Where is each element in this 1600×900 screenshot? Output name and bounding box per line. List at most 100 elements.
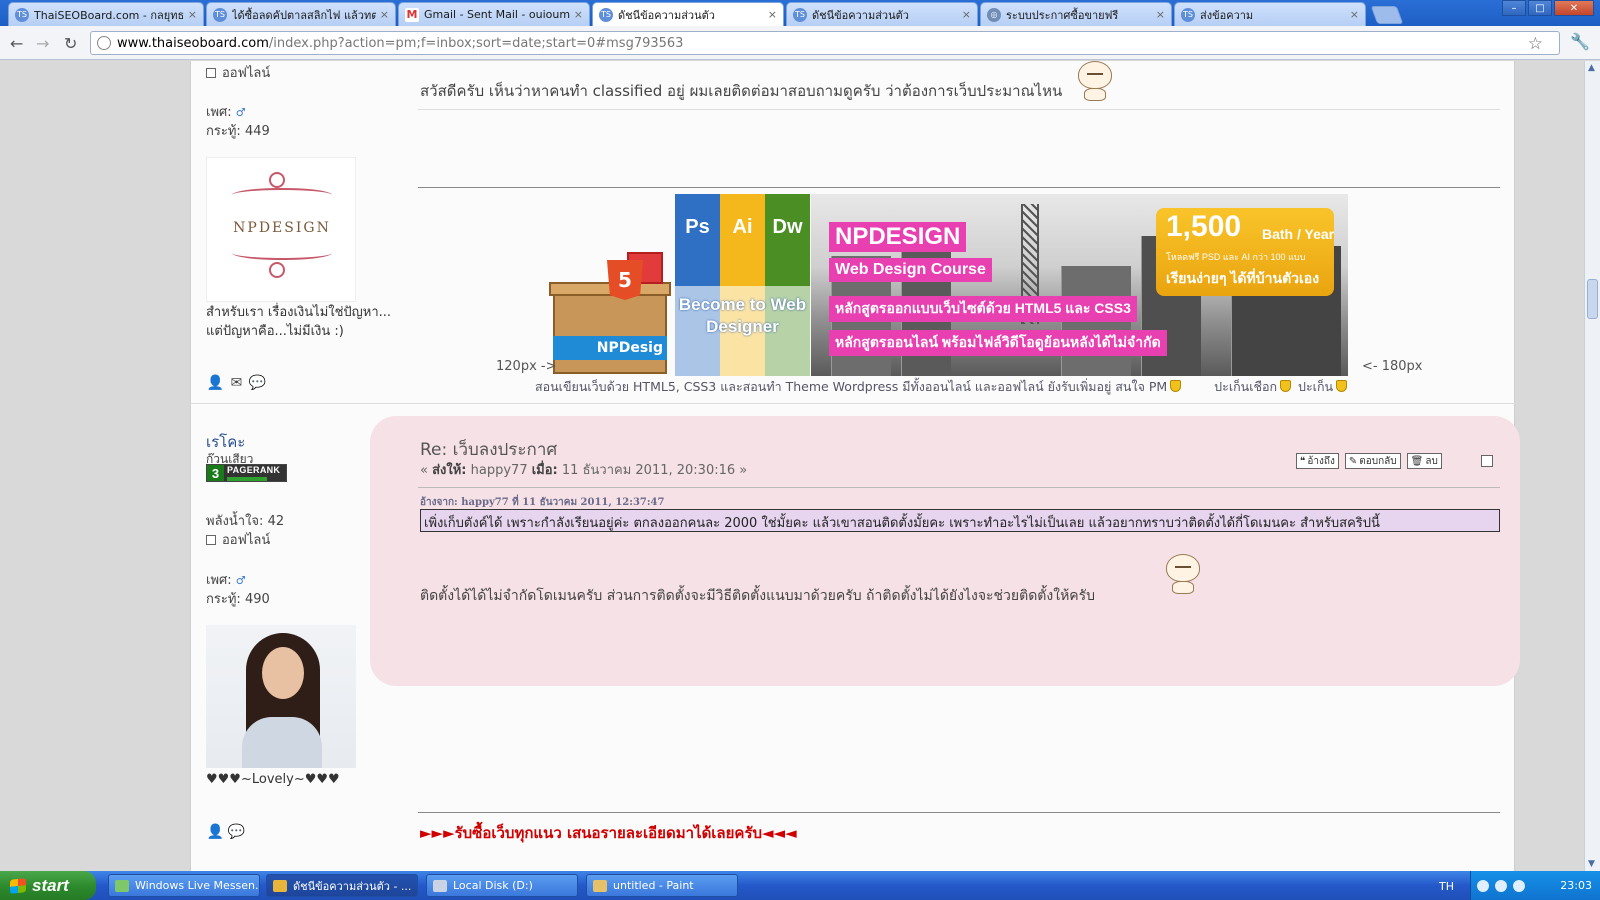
signature-link-1[interactable]: ปะเก็นเชือก	[1214, 379, 1277, 394]
scroll-down-icon[interactable]: ▼	[1588, 859, 1595, 869]
task-paint[interactable]: untitled - Paint	[586, 874, 738, 897]
seo-icon: TS	[15, 7, 29, 22]
task-chrome[interactable]: ดัชนีข้อความส่วนตัว - ...	[266, 874, 418, 897]
tab-thaiseoboard[interactable]: TS ThaiSEOBoard.com - กลยุทธ S... ×	[8, 2, 204, 26]
tab-topic[interactable]: TS ได้ซื้อลดคัปตาลสลิกไฟ แล้วทตลอ... ×	[206, 2, 396, 26]
select-message-checkbox[interactable]	[1481, 455, 1493, 467]
close-icon[interactable]: ×	[1350, 8, 1359, 21]
forward-icon[interactable]: →	[36, 34, 49, 53]
close-icon[interactable]: ×	[768, 8, 777, 21]
window-controls: – □ ✕	[1502, 0, 1594, 16]
tool-ps: Ps	[675, 194, 720, 376]
shield-icon	[1280, 380, 1292, 392]
profile-icon[interactable]: 👤	[207, 824, 224, 840]
scroll-up-icon[interactable]: ▲	[1588, 63, 1595, 73]
seo-icon: TS	[1181, 7, 1195, 22]
reply-button[interactable]: ✎ ตอบกลับ	[1344, 453, 1401, 469]
close-icon[interactable]: ×	[574, 8, 583, 21]
address-bar[interactable]: www.thaiseoboard.com/index.php?action=pm…	[90, 31, 1560, 55]
clock: 23:03	[1560, 879, 1592, 892]
profile-icon[interactable]: 👤	[207, 375, 224, 391]
close-icon[interactable]: ×	[188, 8, 197, 21]
tab-pm-inbox[interactable]: TS ดัชนีข้อความส่วนตัว ×	[592, 2, 784, 26]
signature-banner[interactable]: 5 NPDesig Ps Ai Dw Become to Web Designe…	[549, 194, 1348, 376]
maximize-button[interactable]: □	[1528, 0, 1552, 16]
html5-icon: 5	[607, 260, 643, 300]
banner-left-size: 120px ->	[496, 359, 557, 374]
email-icon[interactable]: ✉	[229, 375, 244, 391]
chrome-icon	[273, 879, 287, 892]
close-window-button[interactable]: ✕	[1554, 0, 1594, 16]
tab-send-message[interactable]: TS ส่งข้อความ ×	[1174, 2, 1366, 26]
page-info-icon[interactable]	[97, 36, 111, 50]
tab-pm-inbox-2[interactable]: TS ดัชนีข้อความส่วนตัว ×	[786, 2, 978, 26]
post-count: กระทู้: 490	[206, 592, 270, 607]
avatar	[206, 625, 356, 768]
tab-classifieds[interactable]: ◎ ระบบประกาศซื้อขายฟรี ×	[980, 2, 1172, 26]
reload-icon[interactable]: ↻	[64, 34, 77, 53]
male-icon: ♂	[235, 106, 246, 119]
network-icon[interactable]	[1495, 879, 1507, 892]
promo-signature: ►►►รับซื้อเว็บทุกแนว เสนอรายละเอียดมาได้…	[420, 824, 797, 842]
gmail-icon: M	[405, 7, 419, 22]
messenger-icon	[115, 879, 129, 892]
pm-icon[interactable]: 💬	[228, 824, 245, 840]
shield-icon	[1336, 380, 1348, 392]
language-indicator[interactable]: TH	[1439, 880, 1454, 893]
seo-icon: TS	[213, 7, 227, 22]
tab-label: ได้ซื้อลดคัปตาลสลิกไฟ แล้วทตลอ...	[232, 8, 376, 22]
quote-header: อ้างจาก: happy77 ที่ 11 ธันวาคม 2011, 12…	[420, 497, 665, 508]
quote-icon: ❝	[1300, 455, 1306, 467]
tab-label: ThaiSEOBoard.com - กลยุทธ S...	[34, 8, 184, 22]
smiley-icon	[1162, 554, 1204, 594]
help-icon[interactable]	[1477, 879, 1489, 892]
start-button[interactable]: start	[0, 871, 96, 900]
avatar-text: NPDESIGN	[233, 220, 331, 236]
course-line-1: หลักสูตรออกแบบเว็บไซต์ด้วย HTML5 และ CSS…	[829, 296, 1137, 322]
tool-dw: Dw	[765, 194, 810, 376]
page-viewport: ออฟไลน์ เพศ: ♂ กระทู้: 449 NPDESIGN สำหร…	[0, 61, 1584, 871]
minimize-button[interactable]: –	[1502, 0, 1526, 16]
close-icon[interactable]: ×	[962, 8, 971, 21]
close-icon[interactable]: ×	[1156, 8, 1165, 21]
browser-toolbar: ← → ↻ www.thaiseoboard.com/index.php?act…	[0, 26, 1600, 60]
system-tray: TH 23:03	[1439, 871, 1600, 900]
vertical-scrollbar[interactable]: ▲ ▼	[1584, 61, 1600, 871]
status-checkbox-icon	[206, 68, 216, 78]
message-meta: « ส่งให้: happy77 เมื่อ: 11 ธันวาคม 2011…	[420, 463, 748, 478]
new-tab-button[interactable]	[1370, 6, 1404, 24]
post-count: กระทู้: 449	[206, 124, 270, 139]
recipient-link[interactable]: happy77	[471, 463, 528, 478]
close-icon[interactable]: ×	[380, 8, 389, 21]
tab-gmail[interactable]: M Gmail - Sent Mail - ouioum11@... ×	[398, 2, 590, 26]
message-body: สวัสดีครับ เห็นว่าหาคนทำ classified อยู่…	[420, 82, 1063, 100]
package-label: NPDesig	[553, 336, 667, 360]
male-icon: ♂	[235, 574, 246, 587]
url-path: /index.php?action=pm;f=inbox;sort=date;s…	[268, 35, 684, 51]
trash-icon: 🗑	[1410, 455, 1424, 467]
scroll-thumb[interactable]	[1587, 279, 1598, 319]
signature-link-2[interactable]: ปะเก็น	[1298, 379, 1333, 394]
quote-button[interactable]: ❝ อ้างถึง	[1296, 453, 1339, 469]
online-status: ออฟไลน์	[206, 62, 270, 83]
seo-icon: TS	[599, 7, 613, 22]
task-messenger[interactable]: Windows Live Messen...	[108, 874, 260, 897]
bookmark-star-icon[interactable]: ☆	[1528, 34, 1543, 54]
signature-text: สอนเขียนเว็บด้วย HTML5, CSS3 และสอนทำ Th…	[535, 377, 1395, 397]
tool-ai: Ai	[720, 194, 765, 376]
messenger-tray-icon[interactable]	[1513, 879, 1525, 892]
pm-icon[interactable]: 💬	[249, 375, 266, 391]
wrench-icon[interactable]: 🔧	[1570, 32, 1590, 51]
reply-icon: ✎	[1348, 455, 1358, 467]
banner-right-size: <- 180px	[1362, 359, 1423, 374]
avatar: NPDESIGN	[206, 157, 356, 302]
task-local-disk[interactable]: Local Disk (D:)	[426, 874, 578, 897]
delete-button[interactable]: 🗑 ลบ	[1406, 453, 1442, 469]
profile-actions: 👤 ✉ 💬	[207, 375, 266, 391]
course-line-2: หลักสูตรออนไลน์ พร้อมไฟล์วิดีโอดูย้อนหลั…	[829, 330, 1167, 356]
pagerank-badge: 3 PAGERANK	[206, 464, 287, 482]
quote-block: เพิ่งเก็บตังค์ได้ เพราะกำลังเรียนอยู่ค่ะ…	[420, 509, 1500, 532]
smiley-icon	[1074, 61, 1116, 101]
banner-tagline: Become to Web Designer	[678, 295, 807, 336]
back-icon[interactable]: ←	[10, 34, 23, 53]
